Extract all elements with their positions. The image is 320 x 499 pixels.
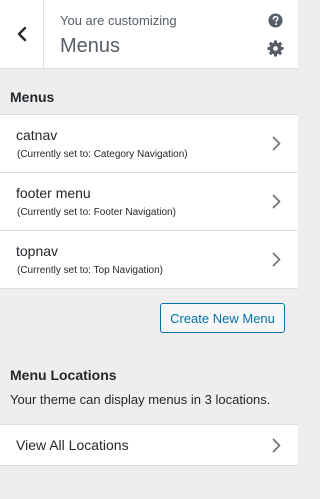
help-icon[interactable] <box>268 13 283 28</box>
menu-item-name: catnav <box>16 127 58 143</box>
customizing-subtitle: You are customizing <box>60 13 177 28</box>
menu-item-assignment: (Currently set to: Category Navigation) <box>17 149 188 160</box>
chevron-right-icon <box>272 136 281 151</box>
chevron-left-icon <box>17 26 26 42</box>
menu-item-assignment: (Currently set to: Footer Navigation) <box>17 207 176 218</box>
menu-item-catnav[interactable]: catnav (Currently set to: Category Navig… <box>0 115 298 173</box>
page-title: Menus <box>60 35 121 57</box>
gear-icon[interactable] <box>267 40 284 57</box>
menu-locations-heading: Menu Locations <box>10 367 117 383</box>
view-all-locations-button[interactable]: View All Locations <box>0 424 298 466</box>
chevron-right-icon <box>272 194 281 209</box>
chevron-right-icon <box>272 438 281 453</box>
menu-item-footer-menu[interactable]: footer menu (Currently set to: Footer Na… <box>0 173 298 231</box>
menu-item-name: footer menu <box>16 185 91 201</box>
customizer-header: You are customizing Menus <box>0 0 298 69</box>
menu-item-topnav[interactable]: topnav (Currently set to: Top Navigation… <box>0 231 298 289</box>
view-all-locations-label: View All Locations <box>16 437 129 453</box>
menus-section-heading: Menus <box>10 89 55 105</box>
menu-item-name: topnav <box>16 243 59 259</box>
chevron-right-icon <box>272 252 281 267</box>
menu-locations-description: Your theme can display menus in 3 locati… <box>10 392 271 407</box>
menu-list: catnav (Currently set to: Category Navig… <box>0 114 298 289</box>
back-button[interactable] <box>0 0 44 68</box>
menu-item-assignment: (Currently set to: Top Navigation) <box>17 265 163 276</box>
create-new-menu-button[interactable]: Create New Menu <box>160 303 285 333</box>
